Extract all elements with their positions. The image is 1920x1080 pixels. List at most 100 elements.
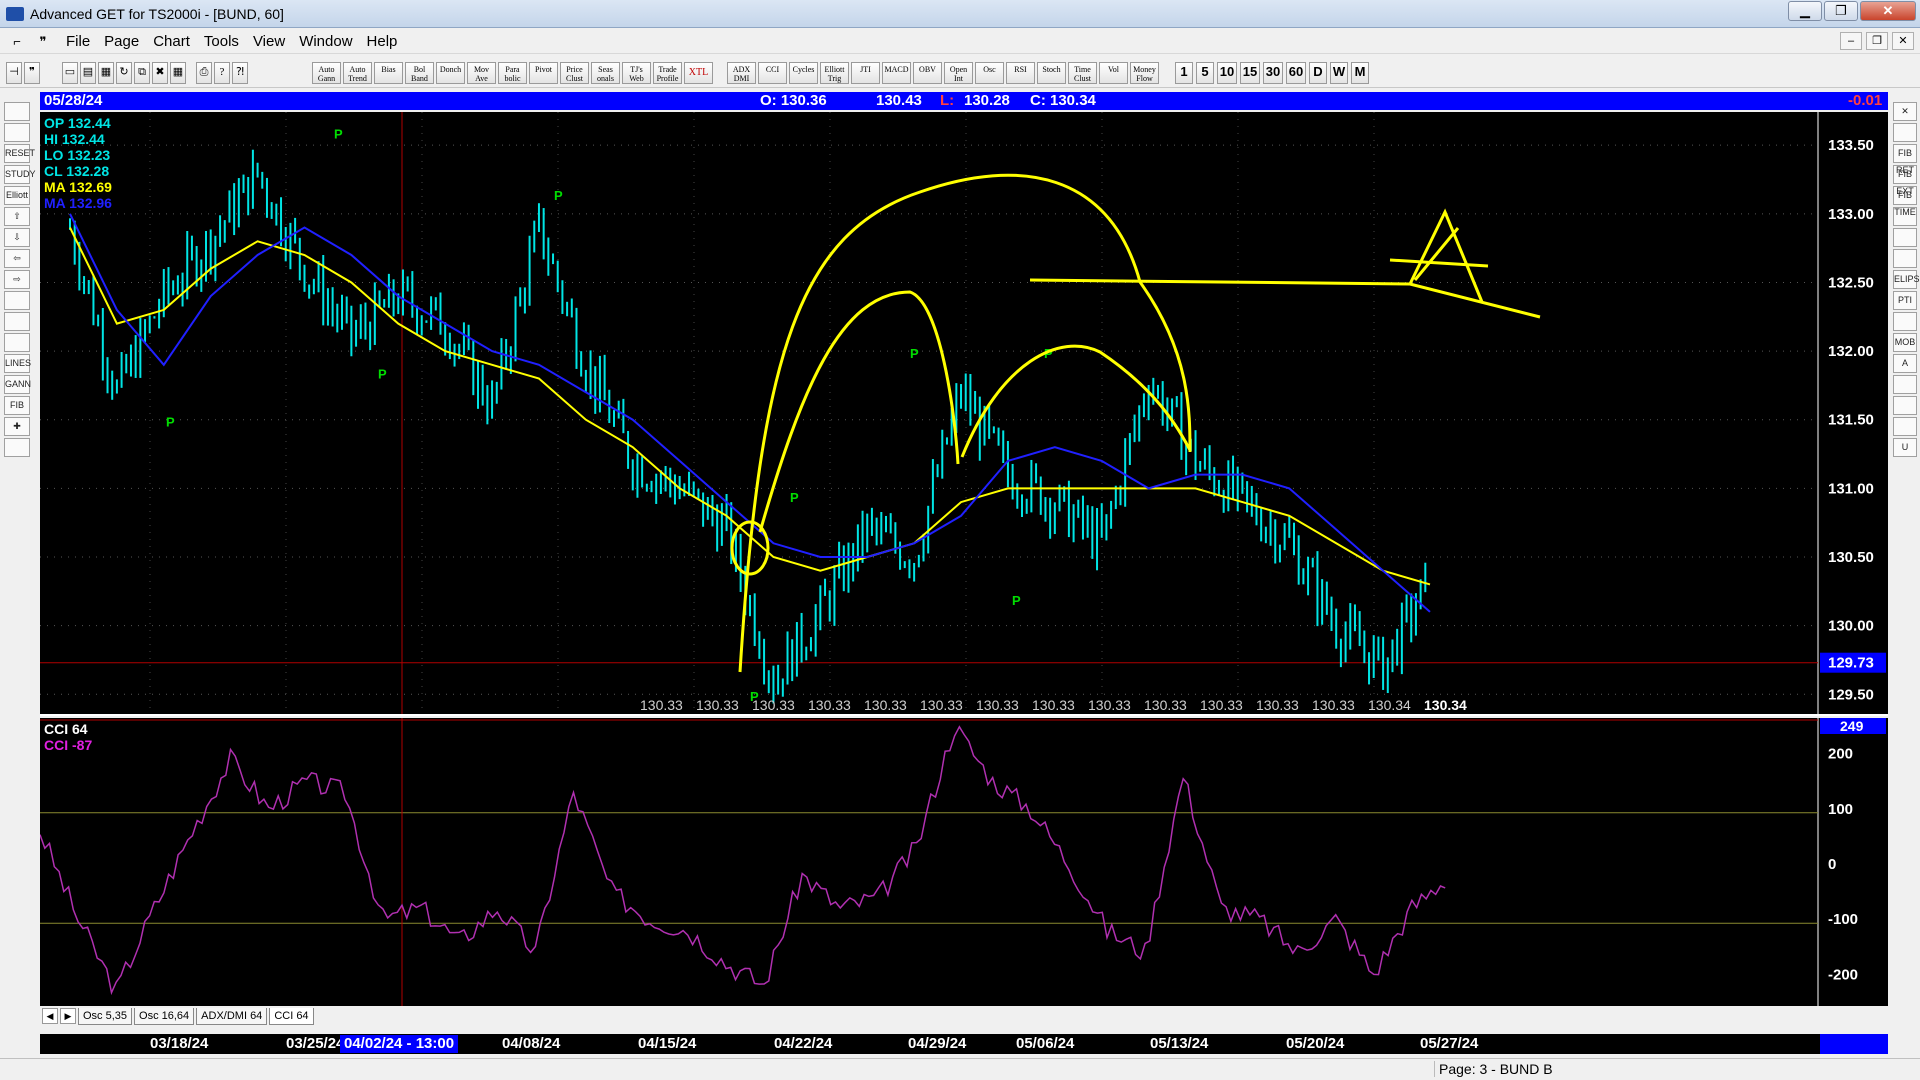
save-icon[interactable]: ▦	[98, 62, 114, 84]
menu-help[interactable]: Help	[367, 33, 398, 50]
left-tool-icon[interactable]: FIB	[4, 396, 30, 415]
left-tool-icon[interactable]: LINES	[4, 354, 31, 373]
study-button-vol[interactable]: Vol	[1099, 62, 1128, 84]
menu-file[interactable]: File	[66, 33, 90, 50]
menu-chart[interactable]: Chart	[153, 33, 190, 50]
study-button-tj-s-web[interactable]: TJ's Web	[622, 62, 651, 84]
quote-icon[interactable]: ❞	[34, 34, 52, 50]
context-help-icon[interactable]: ⁈	[232, 62, 248, 84]
study-button-bol-band[interactable]: Bol Band	[405, 62, 434, 84]
study-button-pivot[interactable]: Pivot	[529, 62, 558, 84]
right-tool-icon[interactable]	[1893, 396, 1917, 415]
menu-view[interactable]: View	[253, 33, 285, 50]
right-tool-icon[interactable]: A	[1893, 354, 1917, 373]
timeframe-button-d[interactable]: D	[1309, 62, 1327, 84]
timeframe-button-15[interactable]: 15	[1240, 62, 1260, 84]
study-button-time-clust[interactable]: Time Clust	[1068, 62, 1097, 84]
right-tool-icon[interactable]	[1893, 375, 1917, 394]
right-tool-icon[interactable]: FIB RET	[1893, 144, 1917, 175]
new-page-icon[interactable]: ▭	[62, 62, 78, 84]
timeframe-button-60[interactable]: 60	[1286, 62, 1306, 84]
left-tool-icon[interactable]: Elliott	[4, 186, 30, 205]
mdi-minimize-button[interactable]: –	[1840, 32, 1862, 50]
timeframe-button-1[interactable]: 1	[1175, 62, 1193, 84]
right-tool-icon[interactable]	[1893, 249, 1917, 268]
quote-toolbar-icon[interactable]: ❞	[24, 62, 40, 84]
study-button-para-bolic[interactable]: Para bolic	[498, 62, 527, 84]
right-tool-icon[interactable]: ELIPS	[1893, 270, 1920, 289]
study-button-money-flow[interactable]: Money Flow	[1130, 62, 1159, 84]
study-button-rsi[interactable]: RSI	[1006, 62, 1035, 84]
price-chart-svg[interactable]: 133.50 133.00 132.50 132.00 131.50 131.00 130.…	[40, 112, 1888, 716]
left-tool-icon[interactable]	[4, 291, 30, 310]
refresh-icon[interactable]: ↻	[116, 62, 132, 84]
menu-page[interactable]: Page	[104, 33, 139, 50]
minimize-button[interactable]: ▁	[1788, 1, 1822, 21]
study-button-stoch[interactable]: Stoch	[1037, 62, 1066, 84]
right-tool-icon[interactable]	[1893, 312, 1917, 331]
mdi-restore-button[interactable]: ❐	[1866, 32, 1888, 50]
study-button-auto-gann[interactable]: Auto Gann	[312, 62, 341, 84]
right-tool-icon[interactable]	[1893, 417, 1917, 436]
grid-icon[interactable]: ▦	[170, 62, 186, 84]
study-button-obv[interactable]: OBV	[913, 62, 942, 84]
menu-window[interactable]: Window	[299, 33, 352, 50]
study-button-mov-ave[interactable]: Mov Ave	[467, 62, 496, 84]
left-tool-icon[interactable]: GANN	[4, 375, 31, 394]
oscillator-svg[interactable]: 200 100 0 -100 -200 249 CCI 64CCI -87	[39, 718, 1888, 1010]
open-icon[interactable]: ▤	[80, 62, 96, 84]
study-button-price-clust[interactable]: Price Clust	[560, 62, 589, 84]
left-tool-icon[interactable]: ⇦	[4, 249, 30, 268]
left-tool-icon[interactable]: ⇩	[4, 228, 30, 247]
left-tool-icon[interactable]: STUDY	[4, 165, 36, 184]
delete-icon[interactable]: ✖	[152, 62, 168, 84]
study-button-bias[interactable]: Bias	[374, 62, 403, 84]
study-button-donch[interactable]: Donch	[436, 62, 465, 84]
right-tool-icon[interactable]: U	[1893, 438, 1917, 457]
tab-scroll-right[interactable]: ▶	[60, 1008, 76, 1024]
timeframe-button-w[interactable]: W	[1330, 62, 1348, 84]
tab-scroll-left[interactable]: ◀	[42, 1008, 58, 1024]
left-tool-icon[interactable]: RESET	[4, 144, 35, 163]
left-tool-icon[interactable]	[4, 438, 30, 457]
copy-icon[interactable]: ⧉	[134, 62, 150, 84]
study-button-xtl[interactable]: XTL	[684, 62, 713, 84]
study-button-trade-profile[interactable]: Trade Profile	[653, 62, 682, 84]
oscillator-panel[interactable]: 200 100 0 -100 -200 249 CCI 64 CCI -87	[39, 718, 1888, 1010]
study-button-jti[interactable]: JTI	[851, 62, 880, 84]
help-icon[interactable]: ?	[214, 62, 230, 84]
tab-adx-dmi[interactable]: ADX/DMI 64	[196, 1007, 268, 1025]
study-button-open-int[interactable]: Open Int	[944, 62, 973, 84]
document-icon[interactable]: ⌐	[8, 34, 26, 50]
study-button-cci[interactable]: CCI	[758, 62, 787, 84]
pin-icon[interactable]: ⊣	[6, 62, 22, 84]
right-tool-icon[interactable]: PTI	[1893, 291, 1917, 310]
study-button-macd[interactable]: MACD	[882, 62, 911, 84]
menu-tools[interactable]: Tools	[204, 33, 239, 50]
study-button-cycles[interactable]: Cycles	[789, 62, 818, 84]
print-icon[interactable]: ⎙	[196, 62, 212, 84]
tab-cci[interactable]: CCI 64	[269, 1007, 314, 1025]
left-tool-icon[interactable]	[4, 312, 30, 331]
left-tool-icon[interactable]	[4, 123, 30, 142]
tab-osc-5-35[interactable]: Osc 5,35	[78, 1007, 133, 1025]
timeframe-button-10[interactable]: 10	[1217, 62, 1237, 84]
right-tool-icon[interactable]	[1893, 228, 1917, 247]
close-button[interactable]: ✕	[1860, 1, 1916, 21]
tab-osc-16-64[interactable]: Osc 16,64	[134, 1007, 195, 1025]
left-tool-icon[interactable]: ⇧	[4, 207, 30, 226]
price-chart[interactable]: 133.50 133.00 132.50 132.00 131.50 131.00 130.…	[40, 112, 1888, 716]
timeframe-button-30[interactable]: 30	[1263, 62, 1283, 84]
timeframe-button-m[interactable]: M	[1351, 62, 1369, 84]
left-tool-icon[interactable]: ⇨	[4, 270, 30, 289]
left-tool-icon[interactable]	[4, 333, 30, 352]
study-button-seas-onals[interactable]: Seas onals	[591, 62, 620, 84]
timeframe-button-5[interactable]: 5	[1196, 62, 1214, 84]
left-tool-icon[interactable]	[4, 102, 30, 121]
right-tool-icon[interactable]	[1893, 123, 1917, 142]
left-tool-icon[interactable]: ✚	[4, 417, 30, 436]
maximize-button[interactable]: ❐	[1824, 1, 1858, 21]
study-button-auto-trend[interactable]: Auto Trend	[343, 62, 372, 84]
right-tool-icon[interactable]: MOB	[1893, 333, 1917, 352]
mdi-close-button[interactable]: ✕	[1892, 32, 1914, 50]
